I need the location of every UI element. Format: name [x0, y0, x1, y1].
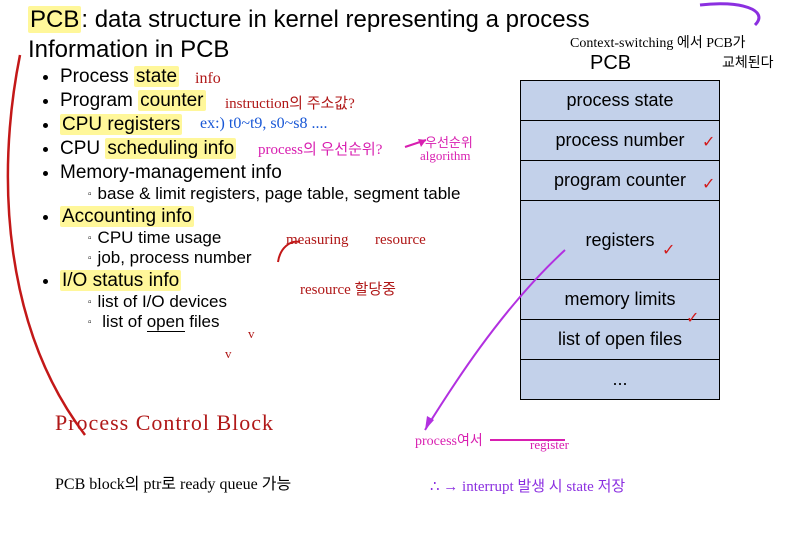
annotation-process-near: process여서: [415, 430, 483, 450]
text: Process: [60, 66, 134, 87]
annotation-info: info: [195, 70, 221, 88]
highlight: Accounting info: [60, 206, 194, 227]
bullet-memory-mgmt: Memory-management info base & limit regi…: [60, 162, 530, 204]
annotation-pcb-ptr: PCB block의 ptr로 ready queue 가능: [55, 470, 291, 494]
sublist-memory: base & limit registers, page table, segm…: [60, 184, 530, 204]
annotation-process-priority: process의 우선순위?: [258, 138, 382, 159]
annotation-process-control-block: Process Control Block: [55, 410, 274, 436]
annotation-registers-example: ex:) t0~t9, s0~s8 ....: [200, 115, 328, 133]
highlight: state: [134, 66, 179, 87]
annotation-check-small: v: [248, 326, 255, 342]
annotation-register-small: register: [530, 437, 569, 453]
pcb-row-pc: program counter: [521, 161, 720, 201]
text: Memory-management info: [60, 162, 282, 183]
check-icon: ✓: [702, 132, 715, 152]
annotation-resource-allocated: resource 할당중: [300, 278, 396, 299]
text: files: [185, 312, 220, 331]
page-subtitle: Information in PCB: [28, 36, 229, 64]
pcb-diagram: process state process number program cou…: [520, 80, 720, 400]
underlined-text: open: [147, 312, 185, 332]
text: Program: [60, 90, 138, 111]
pcb-diagram-label: PCB: [590, 52, 631, 75]
annotation-check-small: v: [225, 346, 232, 362]
text: CPU: [60, 138, 105, 159]
pcb-row-number: process number: [521, 121, 720, 161]
text: list of: [102, 312, 146, 331]
bullet-io-status: I/O status info list of I/O devices list…: [60, 270, 530, 332]
page-title: PCB: data structure in kernel representi…: [28, 6, 590, 34]
subitem-open-files: list of open files: [88, 312, 530, 332]
check-icon: ✓: [662, 240, 675, 260]
check-icon: ✓: [702, 174, 715, 194]
annotation-interrupt: ∴ → interrupt 발생 시 state 저장: [430, 475, 625, 496]
annotation-measuring: measuring: [286, 232, 348, 249]
title-rest: : data structure in kernel representing …: [81, 6, 589, 33]
subitem-memory: base & limit registers, page table, segm…: [88, 184, 530, 204]
highlight: scheduling info: [105, 138, 236, 159]
check-icon: ✓: [686, 308, 699, 328]
sublist-io: list of I/O devices list of open files: [60, 292, 530, 332]
annotation-priority-algo2: algorithm: [420, 148, 471, 164]
annotation-instruction: instruction의 주소값?: [225, 92, 355, 113]
highlight: I/O status info: [60, 270, 181, 291]
title-highlight: PCB: [28, 6, 81, 33]
pcb-row-state: process state: [521, 81, 720, 121]
page-root: PCB: data structure in kernel representi…: [0, 0, 794, 535]
annotation-resource: resource: [375, 232, 426, 249]
pcb-row-ellipsis: ...: [521, 360, 720, 400]
highlight: counter: [138, 90, 205, 111]
annotation-context-switch2: 교체된다: [722, 52, 774, 72]
annotation-context-switch1: Context-switching 에서 PCB가: [570, 32, 746, 52]
highlight: CPU registers: [60, 114, 182, 135]
bullet-process-state: Process state: [60, 66, 530, 88]
pcb-row-registers: registers: [521, 201, 720, 280]
subitem-job-process: job, process number: [88, 248, 530, 268]
